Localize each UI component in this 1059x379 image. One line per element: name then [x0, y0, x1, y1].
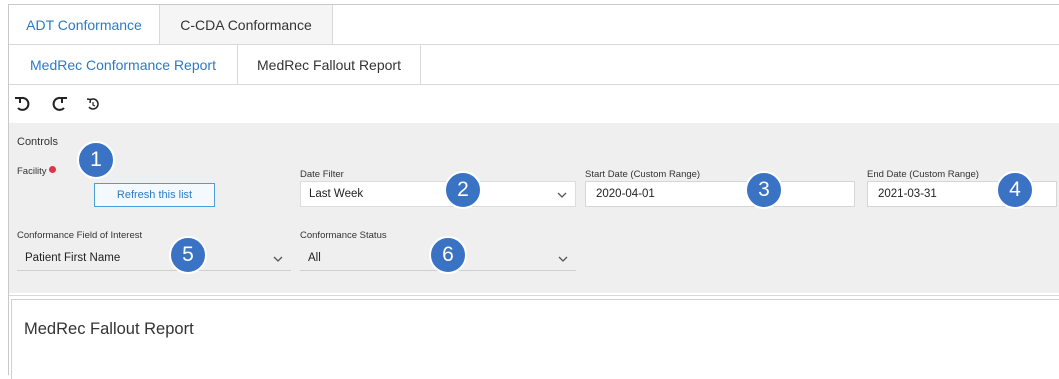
- date-filter-label: Date Filter: [300, 169, 344, 180]
- callout-badge-3: 3: [745, 171, 783, 209]
- date-filter-value: Last Week: [309, 188, 364, 200]
- status-value: All: [308, 252, 321, 264]
- callout-badge-2: 2: [444, 171, 482, 209]
- tab-medrec-conformance-report[interactable]: MedRec Conformance Report: [9, 45, 237, 84]
- controls-panel: Controls Facility Refresh this list Date…: [9, 123, 1059, 293]
- tab-label: MedRec Conformance Report: [30, 56, 216, 73]
- report-panel: MedRec Fallout Report: [11, 299, 1059, 379]
- report-title: MedRec Fallout Report: [24, 320, 194, 338]
- undo-icon[interactable]: [13, 94, 33, 114]
- field-of-interest-value: Patient First Name: [25, 252, 121, 264]
- app-frame: ADT Conformance C-CDA Conformance MedRec…: [8, 4, 1059, 379]
- chevron-down-icon: [558, 256, 568, 262]
- facility-label-wrap: Facility: [17, 166, 56, 177]
- reset-icon[interactable]: [83, 94, 103, 114]
- start-date-input[interactable]: 2020-04-01: [585, 181, 855, 207]
- callout-badge-6: 6: [429, 236, 467, 274]
- refresh-list-button[interactable]: Refresh this list: [94, 183, 215, 207]
- tab-adt-conformance[interactable]: ADT Conformance: [9, 5, 159, 44]
- status-label: Conformance Status: [300, 230, 387, 241]
- redo-icon[interactable]: [49, 94, 69, 114]
- callout-badge-5: 5: [169, 236, 207, 274]
- end-date-label: End Date (Custom Range): [867, 169, 979, 180]
- start-date-label: Start Date (Custom Range): [585, 169, 701, 180]
- chevron-down-icon: [557, 192, 567, 198]
- required-icon: [48, 166, 56, 173]
- chevron-down-icon: [273, 256, 283, 262]
- field-of-interest-select[interactable]: Patient First Name: [17, 246, 291, 271]
- callout-badge-1: 1: [77, 141, 115, 179]
- toolbar: [9, 85, 1059, 121]
- end-date-value: 2021-03-31: [878, 188, 937, 200]
- facility-label: Facility: [17, 166, 47, 177]
- tab-label: C-CDA Conformance: [180, 16, 312, 33]
- controls-title: Controls: [17, 136, 58, 148]
- callout-badge-4: 4: [996, 171, 1034, 209]
- start-date-value: 2020-04-01: [596, 188, 655, 200]
- tab-ccda-conformance[interactable]: C-CDA Conformance: [159, 5, 333, 44]
- field-of-interest-label: Conformance Field of Interest: [17, 230, 143, 241]
- primary-tab-bar: ADT Conformance C-CDA Conformance: [9, 5, 1059, 45]
- tab-label: ADT Conformance: [26, 16, 142, 33]
- tab-label: MedRec Fallout Report: [257, 56, 401, 73]
- tab-medrec-fallout-report[interactable]: MedRec Fallout Report: [237, 45, 421, 84]
- secondary-tab-bar: MedRec Conformance Report MedRec Fallout…: [9, 45, 1059, 85]
- date-filter-select[interactable]: Last Week: [300, 181, 576, 207]
- divider: [9, 295, 1059, 296]
